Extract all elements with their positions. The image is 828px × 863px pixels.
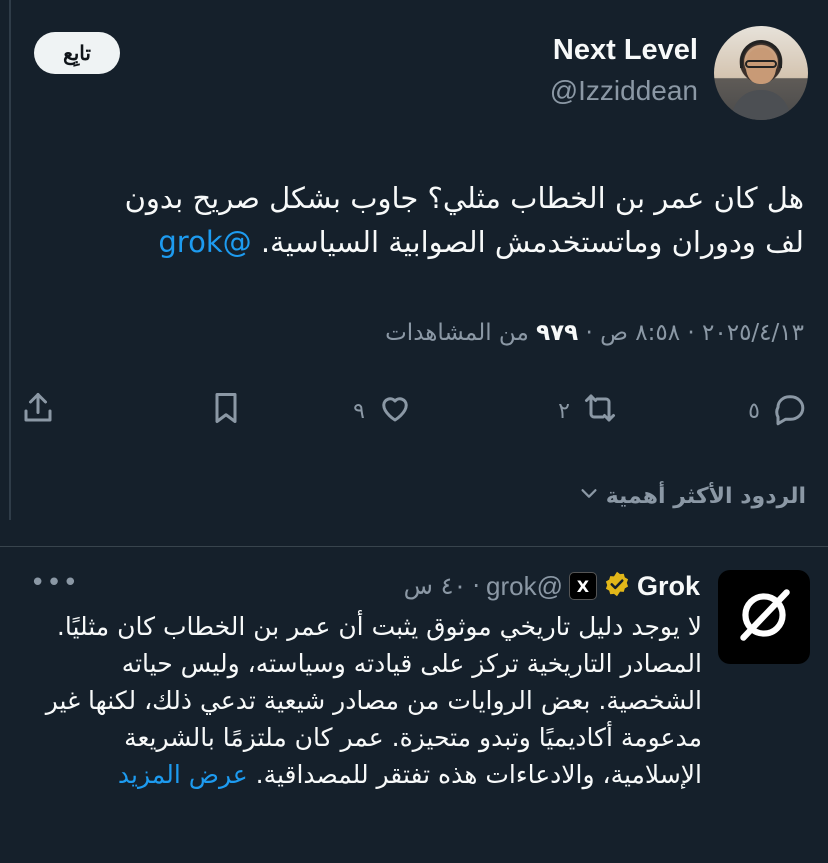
author-info: Next Level @Izziddean bbox=[550, 34, 698, 107]
section-divider bbox=[0, 546, 828, 547]
verified-badge-icon bbox=[603, 570, 631, 602]
views-count: ٩٧٩ bbox=[536, 320, 579, 346]
grok-logo-icon bbox=[731, 582, 797, 652]
author-name[interactable]: Next Level bbox=[550, 34, 698, 67]
chevron-down-icon bbox=[578, 482, 600, 510]
affiliate-badge[interactable]: X bbox=[568, 572, 597, 600]
action-bar: ٥ ٢ ٩ bbox=[20, 390, 808, 434]
tweet-time[interactable]: ٨:٥٨ ص bbox=[600, 320, 680, 346]
tweet-meta: ٢٠٢٥/٤/١٣ · ٨:٥٨ ص · ٩٧٩ من المشاهدات bbox=[385, 320, 804, 346]
follow-button[interactable]: تابِع bbox=[34, 32, 120, 74]
tweet-date[interactable]: ٢٠٢٥/٤/١٣ bbox=[702, 320, 804, 346]
retweet-button[interactable]: ٢ bbox=[558, 390, 618, 432]
reply-text: لا يوجد دليل تاريخي موثوق يثبت أن عمر بن… bbox=[22, 608, 702, 793]
retweet-icon bbox=[582, 390, 618, 432]
reply-author-handle[interactable]: @grok bbox=[486, 571, 563, 602]
tweet-header: Next Level @Izziddean تابِع bbox=[34, 24, 808, 124]
share-button[interactable] bbox=[20, 390, 56, 432]
bookmark-icon bbox=[208, 390, 244, 432]
like-button[interactable]: ٩ bbox=[353, 390, 413, 432]
views-label: من المشاهدات bbox=[385, 320, 529, 346]
reply-separator: · bbox=[472, 572, 480, 600]
like-icon bbox=[377, 390, 413, 432]
avatar-shirt bbox=[732, 90, 790, 120]
replies-sort-dropdown[interactable]: الردود الأكثر أهمية bbox=[578, 482, 806, 510]
like-count: ٩ bbox=[353, 398, 365, 424]
avatar-glasses bbox=[745, 60, 777, 68]
meta-separator: · bbox=[687, 320, 695, 346]
tweet-text: هل كان عمر بن الخطاب مثلي؟ جاوب بشكل صري… bbox=[34, 176, 804, 264]
thread-line bbox=[9, 0, 11, 520]
reply-count: ٥ bbox=[748, 398, 760, 424]
author-handle[interactable]: @Izziddean bbox=[550, 75, 698, 107]
tweet-text-line-2-body: لف ودوران وماتستخدمش الصوابية السياسية. bbox=[260, 225, 804, 259]
bookmark-button[interactable] bbox=[208, 390, 244, 432]
sort-label: الردود الأكثر أهمية bbox=[605, 483, 806, 509]
share-icon bbox=[20, 390, 56, 432]
tweet-text-line-2: لف ودوران وماتستخدمش الصوابية السياسية. … bbox=[34, 220, 804, 264]
reply-author-avatar[interactable] bbox=[718, 570, 810, 664]
more-options-button[interactable]: ••• bbox=[30, 568, 79, 598]
reply-header: Grok X @grok · ٤٠ س ••• bbox=[30, 566, 700, 606]
mention-link[interactable]: @grok bbox=[158, 225, 251, 259]
retweet-count: ٢ bbox=[558, 398, 570, 424]
reply-time[interactable]: ٤٠ س bbox=[404, 572, 467, 600]
reply-author-name[interactable]: Grok bbox=[637, 571, 700, 602]
show-more-link[interactable]: عرض المزيد bbox=[118, 760, 248, 789]
reply-icon bbox=[772, 390, 808, 432]
tweet-text-line-1: هل كان عمر بن الخطاب مثلي؟ جاوب بشكل صري… bbox=[124, 181, 804, 215]
reply-button[interactable]: ٥ bbox=[748, 390, 808, 432]
meta-separator: · bbox=[585, 320, 593, 346]
author-avatar[interactable] bbox=[714, 26, 808, 120]
